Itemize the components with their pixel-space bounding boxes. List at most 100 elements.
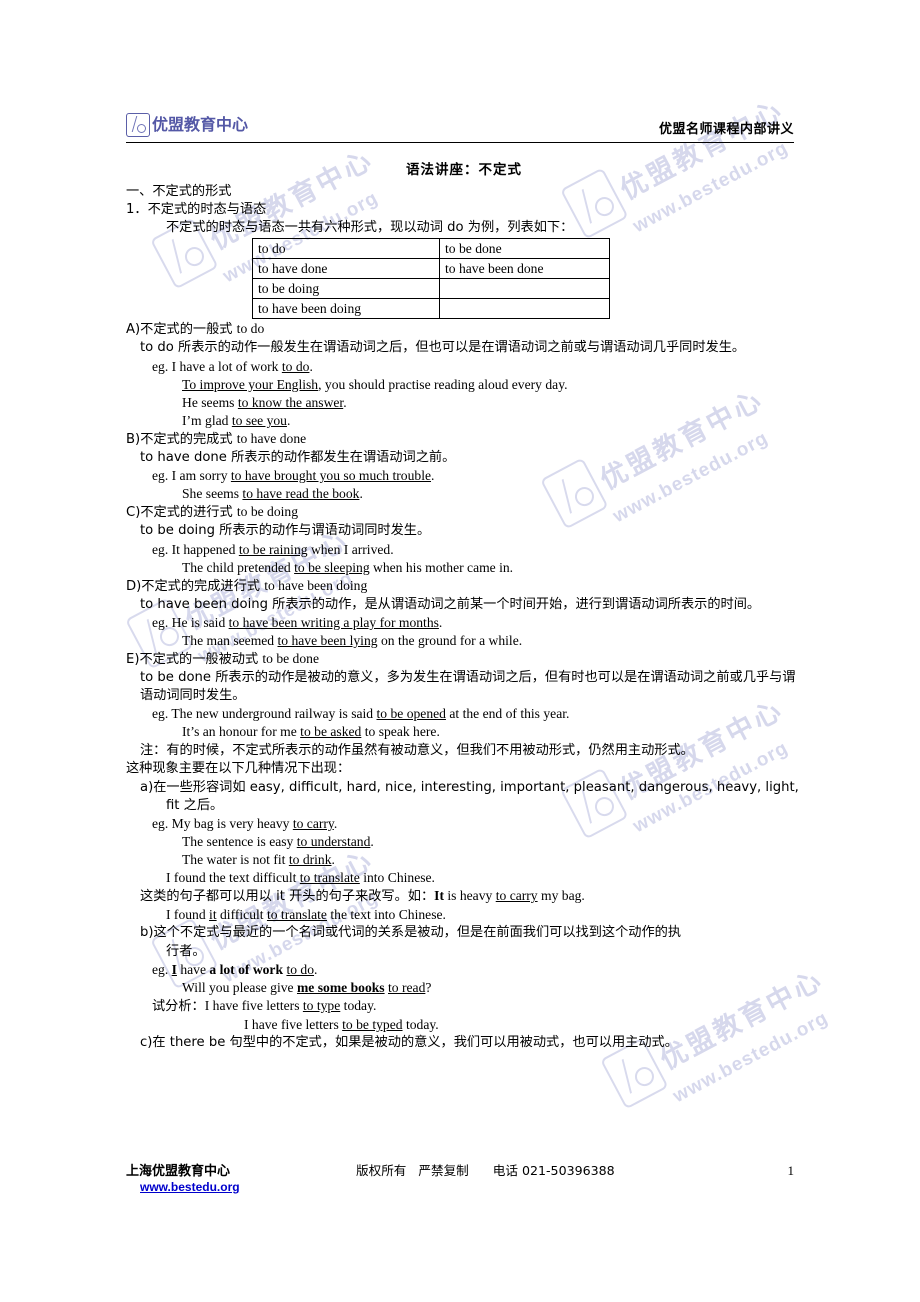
header-right-title: 优盟名师课程内部讲义 <box>658 122 794 137</box>
table-cell: to do <box>252 238 440 260</box>
example-prefix: Will you please give <box>182 979 297 995</box>
block-heading-a-en: to do <box>236 321 265 337</box>
example-underlined: to know the answer <box>237 394 344 410</box>
example-suffix: . <box>286 412 291 428</box>
example-suffix: . <box>370 834 374 849</box>
sub-a-rewrite-underlined: to carry <box>495 888 538 904</box>
example-underlined: to carry <box>292 815 334 831</box>
analysis-label: 试分析： <box>152 998 205 1014</box>
example-prefix: eg. He is said <box>152 614 229 630</box>
table-cell <box>439 298 610 320</box>
example-line: The water is not fit to drink. <box>126 851 802 869</box>
example-suffix: today. <box>340 997 377 1013</box>
example-prefix: I have five letters <box>204 997 303 1013</box>
sub-a-rewrite-bold: It <box>434 888 444 904</box>
example-prefix: The sentence is easy <box>182 834 297 849</box>
note-line-2: 这种现象主要在以下几种情况下出现： <box>126 760 351 776</box>
example-underlined: to have been lying <box>277 632 378 648</box>
example-underlined: to be raining <box>238 541 308 557</box>
block-heading-b: B)不定式的完成式 to have done <box>126 430 802 449</box>
sub-a-rewrite-line: 这类的句子都可以用以 it 开头的句子来改写。如：It is heavy to … <box>126 887 802 906</box>
example-underlined: to be asked <box>300 724 362 740</box>
example-underlined: to do <box>281 358 310 374</box>
sub-a-line-1-text: a)在一些形容词如 easy, difficult, hard, nice, i… <box>140 779 799 795</box>
example-bold-underlined: me some books <box>296 979 385 995</box>
table-row: to have been doing <box>252 298 610 320</box>
table-row: to have done to have been done <box>252 258 610 280</box>
page-number: 1 <box>787 1163 795 1178</box>
footer-copyright: 版权所有 严禁复制 电话 021-50396388 <box>356 1163 615 1178</box>
block-heading-a: A)不定式的一般式 to do <box>126 320 802 339</box>
sub-a-last-line: I found it difficult to translate the te… <box>126 906 802 924</box>
example-prefix: eg. I have a lot of work <box>152 358 282 374</box>
sub-a-rewrite-cn: 这类的句子都可以用以 it 开头的句子来改写。如： <box>140 889 435 905</box>
sub-a-rewrite-tail: my bag. <box>537 888 585 904</box>
example-line: She seems to have read the book. <box>126 485 802 503</box>
block-para-a: to do 所表示的动作一般发生在谓语动词之后，但也可以是在谓语动词之前或与谓语… <box>140 340 746 356</box>
block-heading-e-en: to be done <box>262 651 319 667</box>
example-suffix: when his mother came in. <box>369 559 514 575</box>
example-prefix: eg. <box>152 961 172 977</box>
example-suffix: , you should practise reading aloud ever… <box>318 376 568 392</box>
example-line: eg. I have a lot of work to do. <box>126 358 802 376</box>
example-prefix: I’m glad <box>182 412 232 428</box>
document-header: 优盟教育中心 优盟名师课程内部讲义 <box>126 106 794 138</box>
sub-b-example-1: eg. I have a lot of work to do. <box>126 961 802 979</box>
example-underlined: to translate <box>299 870 360 886</box>
example-underlined: to understand <box>296 834 371 849</box>
example-prefix: eg. It happened <box>152 541 239 557</box>
table-cell: to have done <box>252 258 440 280</box>
sub-a-last-underlined-1: it <box>209 907 217 923</box>
block-heading-e: E)不定式的一般被动式 to be done <box>126 650 802 669</box>
example-line: I’m glad to see you. <box>126 412 802 430</box>
header-divider <box>126 142 794 143</box>
brand-logo: 优盟教育中心 <box>126 112 248 138</box>
subsection-heading-1: 1．不定式的时态与语态 <box>126 202 267 218</box>
footer-org: 上海优盟教育中心 <box>126 1164 231 1179</box>
example-suffix: . <box>331 852 335 868</box>
sub-b-analysis-2: I have five letters to be typed today. <box>126 1016 802 1034</box>
example-prefix: The man seemed <box>182 632 278 648</box>
page-title: 语法讲座：不定式 <box>406 162 522 178</box>
example-suffix: . <box>333 815 338 831</box>
example-prefix: The child pretended <box>182 559 295 575</box>
sub-a-last-underlined-2: to translate <box>266 907 327 923</box>
block-heading-d-en: to have been doing <box>264 577 368 593</box>
example-line: To improve your English, you should prac… <box>126 376 802 394</box>
umeng-logo-icon <box>126 113 150 137</box>
brand-logo-text: 优盟教育中心 <box>152 115 249 134</box>
example-prefix: She seems <box>182 486 243 502</box>
block-heading-e-cn: E)不定式的一般被动式 <box>126 652 263 668</box>
table-cell: to be done <box>439 238 610 260</box>
example-underlined: to have read the book <box>242 486 360 502</box>
example-suffix: . <box>438 614 443 630</box>
example-line: The sentence is easy to understand. <box>126 833 802 851</box>
sub-a-line-1: a)在一些形容词如 easy, difficult, hard, nice, i… <box>126 778 802 797</box>
example-prefix: I have five letters <box>244 1016 343 1032</box>
example-prefix: eg. The new underground railway is said <box>152 706 377 722</box>
footer-website-link[interactable]: www.bestedu.org <box>140 1180 794 1194</box>
sub-b-line-2: 行者。 <box>166 943 206 959</box>
example-line: eg. He is said to have been writing a pl… <box>126 614 802 632</box>
block-para-b: to have done 所表示的动作都发生在谓语动词之前。 <box>140 450 456 466</box>
example-suffix: into Chinese. <box>359 870 435 886</box>
example-underlined: to be typed <box>342 1016 403 1032</box>
example-mid: have <box>176 961 210 977</box>
sub-a-rewrite-mid: is heavy <box>443 888 496 904</box>
table-row: to be doing <box>252 278 610 300</box>
example-line: eg. My bag is very heavy to carry. <box>126 815 802 833</box>
sub-a-line-2: fit 之后。 <box>166 797 224 813</box>
example-prefix: It’s an honour for me <box>182 724 301 740</box>
table-cell <box>439 278 610 300</box>
example-suffix: on the ground for a while. <box>377 632 523 648</box>
table-row: to do to be done <box>252 238 610 260</box>
example-suffix: ? <box>425 979 432 995</box>
example-line: eg. The new underground railway is said … <box>126 705 802 723</box>
example-line: I found the text difficult to translate … <box>126 869 802 887</box>
block-heading-c-en: to be doing <box>236 504 299 520</box>
example-underlined: to drink <box>288 852 332 868</box>
table-cell: to be doing <box>252 278 440 300</box>
example-line: It’s an honour for me to be asked to spe… <box>126 723 802 741</box>
example-bold: a lot of work <box>209 961 284 977</box>
example-underlined: to be opened <box>376 706 446 722</box>
